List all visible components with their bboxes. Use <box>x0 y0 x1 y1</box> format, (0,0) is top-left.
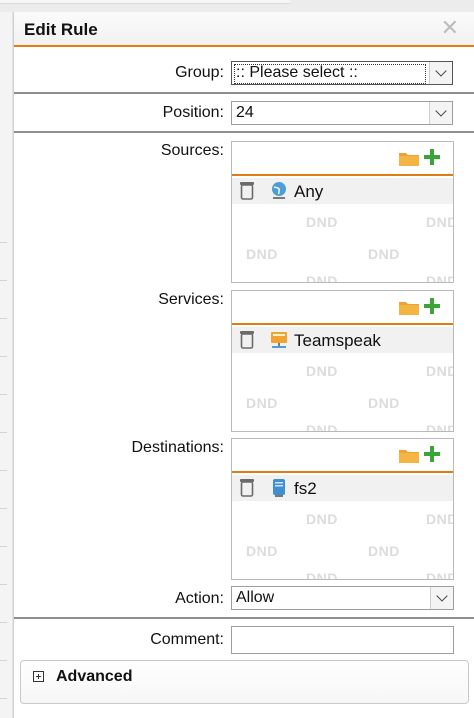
dnd-watermark: DND <box>426 214 453 230</box>
dnd-watermark: DND <box>368 246 400 262</box>
edit-rule-dialog: Edit Rule ✕ Group: :: Please select :: P… <box>13 12 474 718</box>
dnd-watermark: DND <box>246 395 278 411</box>
dnd-watermark: DND <box>246 543 278 559</box>
action-select-value: Allow <box>236 589 275 606</box>
destinations-toolbar <box>232 439 453 473</box>
folder-icon[interactable] <box>399 448 419 463</box>
sources-toolbar <box>232 142 453 176</box>
add-plus-icon[interactable] <box>423 445 441 463</box>
dnd-watermark: DND <box>426 422 453 432</box>
action-select[interactable]: Allow <box>231 586 454 610</box>
dialog-titlebar: Edit Rule ✕ <box>14 12 474 47</box>
sources-label: Sources: <box>160 142 224 159</box>
group-select[interactable]: :: Please select :: <box>231 61 453 85</box>
action-label: Action: <box>175 590 224 607</box>
group-label: Group: <box>175 64 224 81</box>
trash-icon[interactable] <box>240 330 254 349</box>
dnd-watermark: DND <box>306 214 338 230</box>
divider <box>14 92 474 94</box>
item-label: fs2 <box>294 479 317 498</box>
service-icon <box>271 332 287 348</box>
position-label: Position: <box>162 104 224 121</box>
dnd-watermark: DND <box>306 570 338 580</box>
trash-icon[interactable] <box>240 478 254 497</box>
services-toolbar <box>232 291 453 325</box>
dnd-watermark: DND <box>426 363 453 379</box>
background-grid-edge <box>0 12 13 718</box>
dnd-watermark: DND <box>426 273 453 283</box>
divider <box>14 617 474 619</box>
dnd-watermark: DND <box>306 363 338 379</box>
background-toolbar <box>0 0 474 12</box>
group-select-value: :: Please select :: <box>236 64 358 81</box>
position-select[interactable]: 24 <box>231 101 453 125</box>
dnd-watermark: DND <box>246 246 278 262</box>
comment-field[interactable] <box>231 626 454 654</box>
dialog-title: Edit Rule <box>24 20 98 39</box>
dnd-watermark: DND <box>426 511 453 527</box>
sources-dnd-box[interactable]: Any DND DND DND DND DND DND <box>231 141 454 283</box>
host-icon <box>273 479 285 497</box>
list-item[interactable]: fs2 <box>232 475 453 501</box>
network-any-icon <box>272 182 286 199</box>
position-select-value: 24 <box>236 104 254 121</box>
services-dnd-box[interactable]: Teamspeak DND DND DND DND DND DND <box>231 290 454 432</box>
item-label: Any <box>294 182 324 201</box>
dnd-watermark: DND <box>368 543 400 559</box>
trash-icon[interactable] <box>240 181 254 200</box>
dnd-watermark: DND <box>426 570 453 580</box>
advanced-label[interactable]: Advanced <box>56 668 132 686</box>
item-label: Teamspeak <box>294 331 381 350</box>
add-plus-icon[interactable] <box>423 297 441 315</box>
divider <box>14 131 474 133</box>
close-icon[interactable]: ✕ <box>441 17 459 39</box>
dnd-watermark: DND <box>306 273 338 283</box>
folder-icon[interactable] <box>399 300 419 315</box>
folder-icon[interactable] <box>399 151 419 166</box>
advanced-section[interactable]: Advanced <box>20 660 469 704</box>
destinations-dnd-box[interactable]: fs2 DND DND DND DND DND DND <box>231 438 454 580</box>
dnd-watermark: DND <box>368 395 400 411</box>
comment-label: Comment: <box>150 631 224 648</box>
dnd-watermark: DND <box>306 511 338 527</box>
services-label: Services: <box>158 291 224 308</box>
destinations-label: Destinations: <box>131 439 225 456</box>
add-plus-icon[interactable] <box>423 148 441 166</box>
chevron-down-icon[interactable] <box>429 62 452 84</box>
list-item[interactable]: Teamspeak <box>232 327 453 353</box>
chevron-down-icon[interactable] <box>429 102 452 124</box>
list-item[interactable]: Any <box>232 178 453 204</box>
dnd-watermark: DND <box>306 422 338 432</box>
expand-plus-icon[interactable] <box>33 671 44 682</box>
chevron-down-icon[interactable] <box>430 587 453 609</box>
